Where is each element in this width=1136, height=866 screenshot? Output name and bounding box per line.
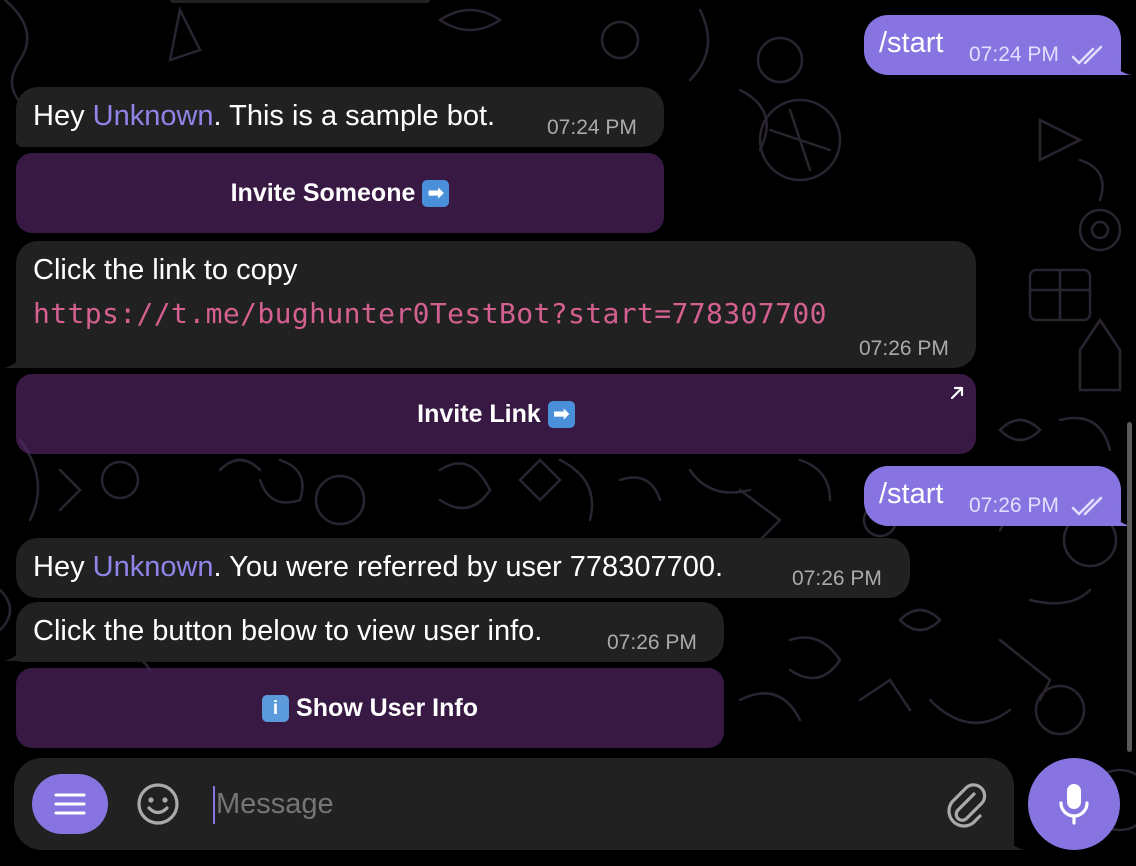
text-cursor [213, 786, 215, 824]
external-link-arrow-icon [950, 386, 964, 400]
message-time: 07:26 PM [859, 337, 949, 360]
message-time: 07:26 PM [969, 494, 1059, 517]
message-text: Hey Unknown. You were referred by user 7… [33, 551, 724, 583]
right-arrow-icon: ➡ [422, 179, 450, 207]
message-text: /start [879, 478, 944, 510]
outgoing-message[interactable]: /start 07:24 PM [864, 15, 1121, 75]
button-label: Show User Info [296, 693, 478, 722]
bot-menu-button[interactable] [32, 774, 108, 834]
incoming-message[interactable]: Click the button below to view user info… [16, 602, 724, 662]
message-time: 07:24 PM [969, 43, 1059, 66]
menu-icon [54, 793, 86, 815]
incoming-message[interactable]: Hey Unknown. You were referred by user 7… [16, 538, 910, 598]
info-icon: i [262, 694, 290, 722]
composer-tail [1006, 832, 1026, 850]
message-text: Click the link to copy [33, 254, 298, 286]
outgoing-message[interactable]: /start 07:26 PM [864, 466, 1121, 526]
bubble-tail [4, 643, 24, 661]
message-time: 07:26 PM [792, 567, 882, 590]
message-text: Hey Unknown. This is a sample bot. [33, 100, 496, 132]
double-check-icon [1071, 45, 1103, 65]
message-text: Click the button below to view user info… [33, 615, 543, 647]
copy-link[interactable]: https://t.me/bughunter0TestBot?start=778… [33, 297, 827, 330]
bubble-tail [4, 350, 24, 368]
paperclip-icon[interactable] [944, 780, 988, 828]
user-mention-link[interactable]: Unknown [93, 551, 214, 583]
voice-message-button[interactable] [1028, 758, 1120, 850]
user-mention-link[interactable]: Unknown [93, 100, 214, 132]
message-time: 07:26 PM [607, 631, 697, 654]
emoji-icon[interactable] [135, 781, 181, 827]
double-check-icon [1071, 496, 1103, 516]
incoming-message[interactable]: Click the link to copy https://t.me/bugh… [16, 241, 976, 368]
partial-bubble-edge [170, 0, 430, 3]
scrollbar[interactable] [1127, 422, 1132, 752]
message-input[interactable] [216, 781, 916, 827]
right-arrow-icon: ➡ [547, 400, 575, 428]
bubble-tail [1112, 57, 1132, 75]
incoming-message[interactable]: Hey Unknown. This is a sample bot. 07:24… [16, 87, 664, 147]
microphone-icon [1059, 784, 1089, 825]
message-time: 07:24 PM [547, 116, 637, 139]
button-label: Invite Link [417, 399, 541, 428]
invite-link-button[interactable]: Invite Link ➡ [16, 374, 976, 454]
show-user-info-button[interactable]: i Show User Info [16, 668, 724, 748]
invite-someone-button[interactable]: Invite Someone ➡ [16, 153, 664, 233]
button-label: Invite Someone [230, 178, 416, 207]
message-text: /start [879, 27, 944, 59]
